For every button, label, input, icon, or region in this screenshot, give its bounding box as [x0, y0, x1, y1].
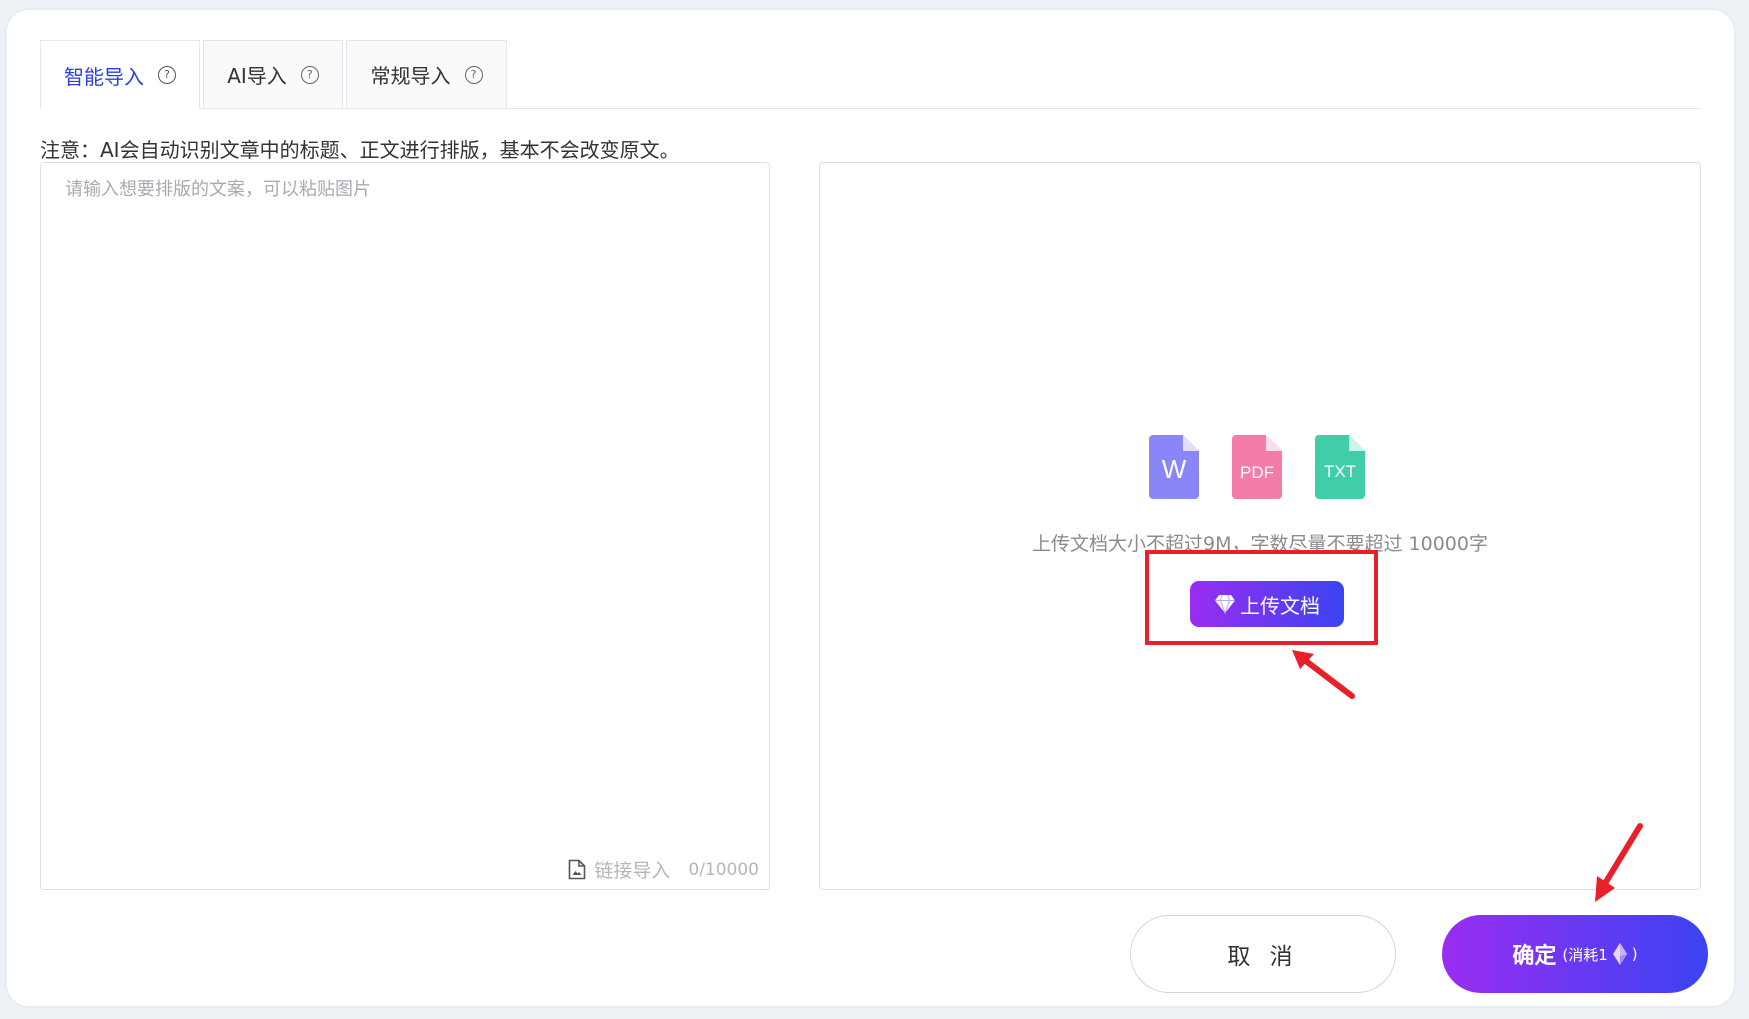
document-image-icon: [569, 859, 586, 880]
pdf-file-icon: PDF: [1232, 435, 1282, 499]
cost-close: ): [1631, 945, 1638, 963]
tab-ai-import[interactable]: AI导入 ?: [203, 40, 343, 108]
help-circle-icon[interactable]: ?: [300, 65, 319, 84]
file-type-icons: W PDF TXT: [1149, 435, 1365, 499]
help-circle-icon[interactable]: ?: [464, 65, 483, 84]
confirm-button[interactable]: 确定 (消耗1 ): [1442, 915, 1708, 993]
import-dialog: 智能导入 ? AI导入 ? 常规导入 ? 注意：AI会自动识别文章中的标题、正文…: [7, 10, 1734, 1006]
help-circle-icon[interactable]: ?: [158, 66, 176, 84]
txt-file-icon: TXT: [1315, 435, 1365, 499]
word-file-icon: W: [1149, 435, 1199, 499]
text-editor-panel: 链接导入 0/10000: [40, 162, 770, 890]
content-textarea[interactable]: [41, 163, 769, 843]
tab-smart-import[interactable]: 智能导入 ?: [40, 40, 200, 109]
confirm-label: 确定: [1512, 944, 1557, 969]
annotation-highlight-box: [1145, 550, 1378, 645]
tab-regular-import[interactable]: 常规导入 ?: [346, 40, 507, 108]
link-import-label: 链接导入: [594, 860, 671, 882]
upload-panel[interactable]: W PDF TXT 上传文档大小不超过9M，字数尽量不要超过 10000字 上传…: [819, 162, 1701, 890]
import-tabs: 智能导入 ? AI导入 ? 常规导入 ?: [40, 40, 1701, 109]
notice-text: 注意：AI会自动识别文章中的标题、正文进行排版，基本不会改变原文。: [40, 138, 680, 162]
cancel-button[interactable]: 取 消: [1130, 915, 1396, 993]
confirm-cost: (消耗1 ): [1562, 942, 1638, 966]
crystal-icon: [1612, 943, 1627, 965]
tab-regular-import-label: 常规导入: [370, 64, 451, 88]
char-counter: 0/10000: [688, 859, 759, 880]
cost-text: (消耗1: [1562, 945, 1608, 964]
tab-ai-import-label: AI导入: [227, 64, 287, 88]
tab-smart-import-label: 智能导入: [64, 64, 144, 89]
editor-footer: 链接导入 0/10000: [568, 856, 759, 883]
link-import-button[interactable]: 链接导入: [568, 856, 670, 883]
